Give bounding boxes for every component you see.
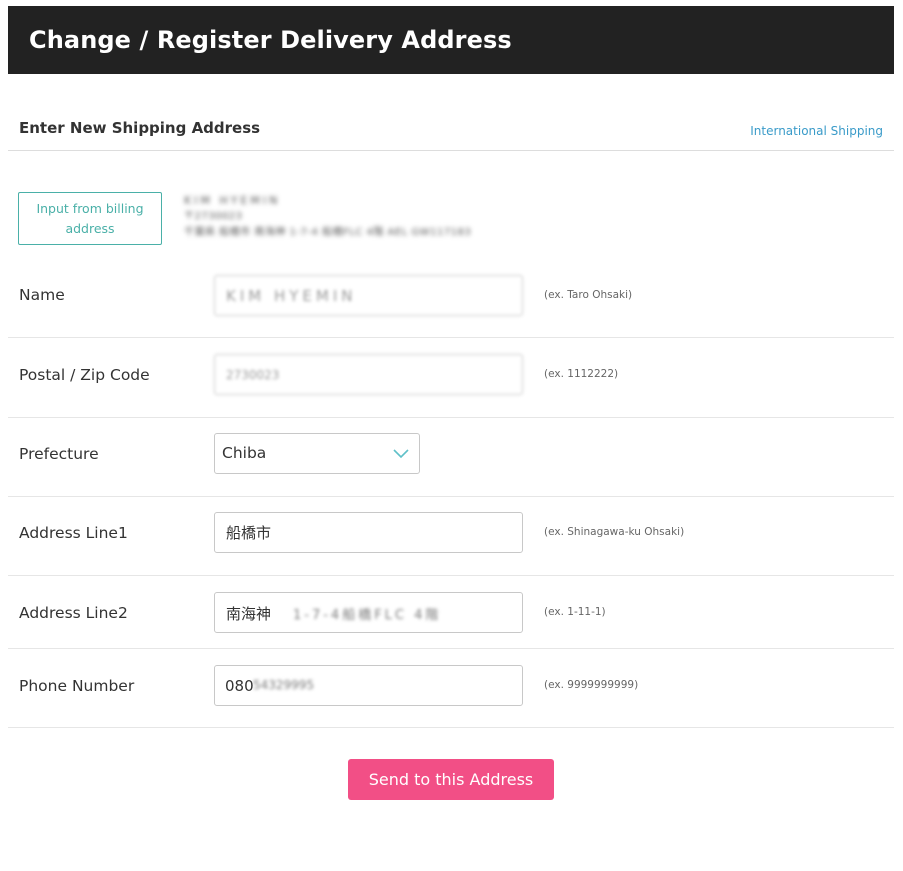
section-header: Enter New Shipping Address International… [8, 108, 894, 151]
phone-input[interactable] [214, 665, 523, 706]
page-header: Change / Register Delivery Address [8, 6, 894, 74]
send-to-address-button[interactable]: Send to this Address [348, 759, 554, 800]
billing-address: 千葉県 船橋市 南海神 1-7-4 船橋FLC 4階 AEL GW117183 [184, 227, 472, 238]
address-line2-hint: (ex. 1-11-1) [544, 606, 606, 618]
address-line1-input[interactable] [214, 512, 523, 553]
postal-hint: (ex. 1112222) [544, 368, 619, 380]
phone-row: Phone Number 080 54329995 (ex. 999999999… [8, 649, 894, 728]
prefecture-selected-value: Chiba [222, 444, 267, 462]
address-line2-row: Address Line2 南海神 1-7-4船橋FLC 4階 (ex. 1-1… [8, 576, 894, 649]
input-from-billing-button[interactable]: Input from billing address [18, 192, 162, 245]
address-line1-row: Address Line1 (ex. Shinagawa-ku Ohsaki) [8, 497, 894, 576]
address-line1-hint: (ex. Shinagawa-ku Ohsaki) [544, 526, 685, 538]
name-hint: (ex. Taro Ohsaki) [544, 289, 633, 301]
address-line2-label: Address Line2 [19, 604, 128, 622]
international-shipping-link[interactable]: International Shipping [750, 124, 883, 138]
billing-postal: 〒2730023 [184, 211, 243, 222]
billing-name: KIM HYEMIN [184, 194, 281, 207]
billing-address-preview: KIM HYEMIN 〒2730023 千葉県 船橋市 南海神 1-7-4 船橋… [184, 193, 471, 241]
chevron-down-icon [393, 449, 409, 459]
prefecture-select[interactable]: Chiba [214, 433, 420, 474]
address-line1-label: Address Line1 [19, 524, 128, 542]
section-title: Enter New Shipping Address [19, 119, 261, 137]
phone-label: Phone Number [19, 677, 135, 695]
postal-input[interactable] [214, 354, 523, 395]
name-label: Name [19, 286, 65, 304]
phone-hint: (ex. 9999999999) [544, 679, 639, 691]
postal-row: Postal / Zip Code (ex. 1112222) [8, 338, 894, 418]
name-row: Name (ex. Taro Ohsaki) [8, 258, 894, 338]
page-title: Change / Register Delivery Address [29, 26, 512, 54]
prefecture-label: Prefecture [19, 445, 99, 463]
postal-label: Postal / Zip Code [19, 366, 150, 384]
address-line2-input[interactable] [214, 592, 523, 633]
prefecture-row: Prefecture Chiba [8, 418, 894, 497]
name-input[interactable] [214, 275, 523, 316]
